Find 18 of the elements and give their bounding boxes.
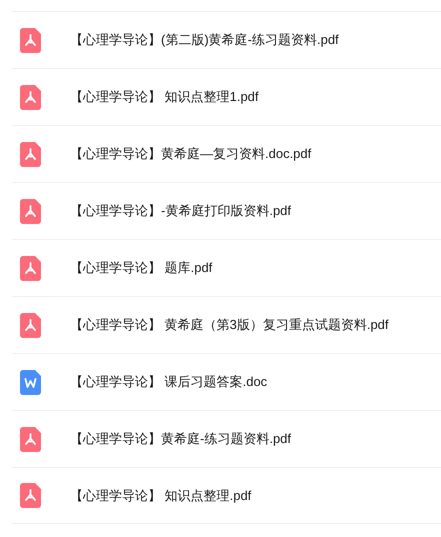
pdf-file-icon bbox=[20, 312, 41, 338]
file-name[interactable]: 【心理学导论】 课后习题答案.doc bbox=[70, 372, 268, 392]
file-name[interactable]: 【心理学导论】 知识点整理.pdf bbox=[70, 486, 252, 506]
pdf-file-icon bbox=[20, 84, 41, 110]
pdf-file-icon bbox=[20, 483, 41, 508]
file-name[interactable]: 【心理学导论】-黄希庭打印版资料.pdf bbox=[70, 201, 292, 221]
pdf-file-icon bbox=[20, 426, 41, 452]
pdf-file-icon bbox=[20, 198, 41, 224]
pdf-file-icon bbox=[20, 142, 41, 166]
pdf-file-icon bbox=[20, 256, 41, 280]
word-file-icon bbox=[20, 370, 41, 394]
file-name[interactable]: 【心理学导论】 知识点整理1.pdf bbox=[70, 87, 259, 107]
file-name[interactable]: 【心理学导论】黄希庭—复习资料.doc.pdf bbox=[70, 144, 312, 164]
file-name[interactable]: 【心理学导论】 黄希庭（第3版）复习重点试题资料.pdf bbox=[70, 315, 389, 335]
file-name[interactable]: 【心理学导论】(第二版)黄希庭-练习题资料.pdf bbox=[70, 30, 339, 50]
file-name[interactable]: 【心理学导论】黄希庭-练习题资料.pdf bbox=[70, 429, 292, 449]
file-name[interactable]: 【心理学导论】 题库.pdf bbox=[70, 258, 212, 278]
pdf-file-icon bbox=[20, 28, 41, 52]
